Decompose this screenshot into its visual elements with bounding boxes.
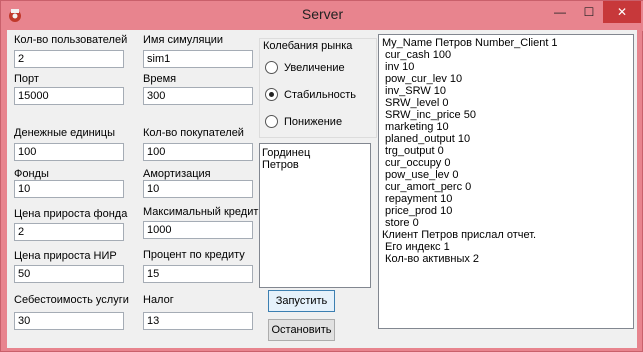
radio-decrease-indicator[interactable] xyxy=(265,115,278,128)
amortization-label: Амортизация xyxy=(143,168,211,180)
cost-label: Себестоимость услуги xyxy=(14,294,129,306)
close-button[interactable]: ✕ xyxy=(603,1,641,23)
log-line: repayment 10 xyxy=(382,193,453,205)
maximize-button[interactable]: ☐ xyxy=(575,1,603,23)
money-input[interactable]: 100 xyxy=(14,143,124,161)
log-line: Кол-во активных 2 xyxy=(382,253,480,265)
credit-percent-input[interactable]: 15 xyxy=(143,265,253,283)
tax-label: Налог xyxy=(143,294,174,306)
amortization-input[interactable]: 10 xyxy=(143,180,253,198)
radio-increase-indicator[interactable] xyxy=(265,61,278,74)
log-line: trg_output 0 xyxy=(382,145,444,157)
time-input[interactable]: 300 xyxy=(143,87,253,105)
buyers-input[interactable]: 100 xyxy=(143,143,253,161)
radio-stability-label: Стабильность xyxy=(284,88,357,101)
sim-name-label: Имя симуляции xyxy=(143,34,224,46)
market-group-title: Колебания рынка xyxy=(261,40,355,52)
log-line: pow_use_lev 0 xyxy=(382,169,459,181)
funds-input[interactable]: 10 xyxy=(14,180,124,198)
radio-stability-indicator[interactable] xyxy=(265,88,278,101)
users-label: Кол-во пользователей xyxy=(14,34,128,46)
log-line: cur_amort_perc 0 xyxy=(382,181,472,193)
radio-increase[interactable]: Увеличение xyxy=(265,61,345,74)
rnd-price-label: Цена прироста НИР xyxy=(14,250,117,262)
log-line: cur_cash 100 xyxy=(382,49,452,61)
log-line: SRW_inc_price 50 xyxy=(382,109,476,121)
cost-input[interactable]: 30 xyxy=(14,312,124,330)
log-line: Его индекс 1 xyxy=(382,241,450,253)
log-line: SRW_level 0 xyxy=(382,97,449,109)
log-line: Клиент Петров прислал отчет. xyxy=(382,229,537,241)
users-input[interactable]: 2 xyxy=(14,50,124,68)
buyers-label: Кол-во покупателей xyxy=(143,127,244,139)
start-button[interactable]: Запустить xyxy=(268,290,335,312)
log-line: inv_SRW 10 xyxy=(382,85,446,97)
log-line: My_Name Петров Number_Client 1 xyxy=(382,37,558,49)
title-bar[interactable]: Server — ☐ ✕ xyxy=(1,1,643,31)
log-line: marketing 10 xyxy=(382,121,449,133)
tax-input[interactable]: 13 xyxy=(143,312,253,330)
client-area: Кол-во пользователей 2 Порт 15000 Денежн… xyxy=(7,30,637,348)
sim-name-input[interactable]: sim1 xyxy=(143,50,253,68)
radio-decrease[interactable]: Понижение xyxy=(265,115,342,128)
log-list[interactable]: My_Name Петров Number_Client 1 cur_cash … xyxy=(378,34,634,329)
max-credit-label: Максимальный кредит xyxy=(143,206,259,218)
list-item[interactable]: Гординец xyxy=(262,147,368,159)
log-line: pow_cur_lev 10 xyxy=(382,73,463,85)
credit-percent-label: Процент по кредиту xyxy=(143,249,245,261)
log-line: price_prod 10 xyxy=(382,205,453,217)
fund-price-input[interactable]: 2 xyxy=(14,223,124,241)
radio-decrease-label: Понижение xyxy=(284,115,343,128)
list-item[interactable]: Петров xyxy=(262,159,368,171)
rnd-price-input[interactable]: 50 xyxy=(14,265,124,283)
money-label: Денежные единицы xyxy=(14,127,116,139)
server-window: Server — ☐ ✕ Кол-во пользователей 2 Порт… xyxy=(0,0,643,352)
log-line: store 0 xyxy=(382,217,419,229)
stop-button[interactable]: Остановить xyxy=(268,319,335,341)
fund-price-label: Цена прироста фонда xyxy=(14,208,128,220)
max-credit-input[interactable]: 1000 xyxy=(143,221,253,239)
port-input[interactable]: 15000 xyxy=(14,87,124,105)
radio-stability[interactable]: Стабильность xyxy=(265,88,356,101)
port-label: Порт xyxy=(14,73,39,85)
funds-label: Фонды xyxy=(14,168,49,180)
radio-increase-label: Увеличение xyxy=(284,61,345,74)
players-list[interactable]: Гординец Петров xyxy=(259,143,371,288)
log-line: inv 10 xyxy=(382,61,415,73)
log-line: planed_output 10 xyxy=(382,133,471,145)
minimize-button[interactable]: — xyxy=(546,1,574,23)
log-line: cur_occupy 0 xyxy=(382,157,451,169)
time-label: Время xyxy=(143,73,177,85)
